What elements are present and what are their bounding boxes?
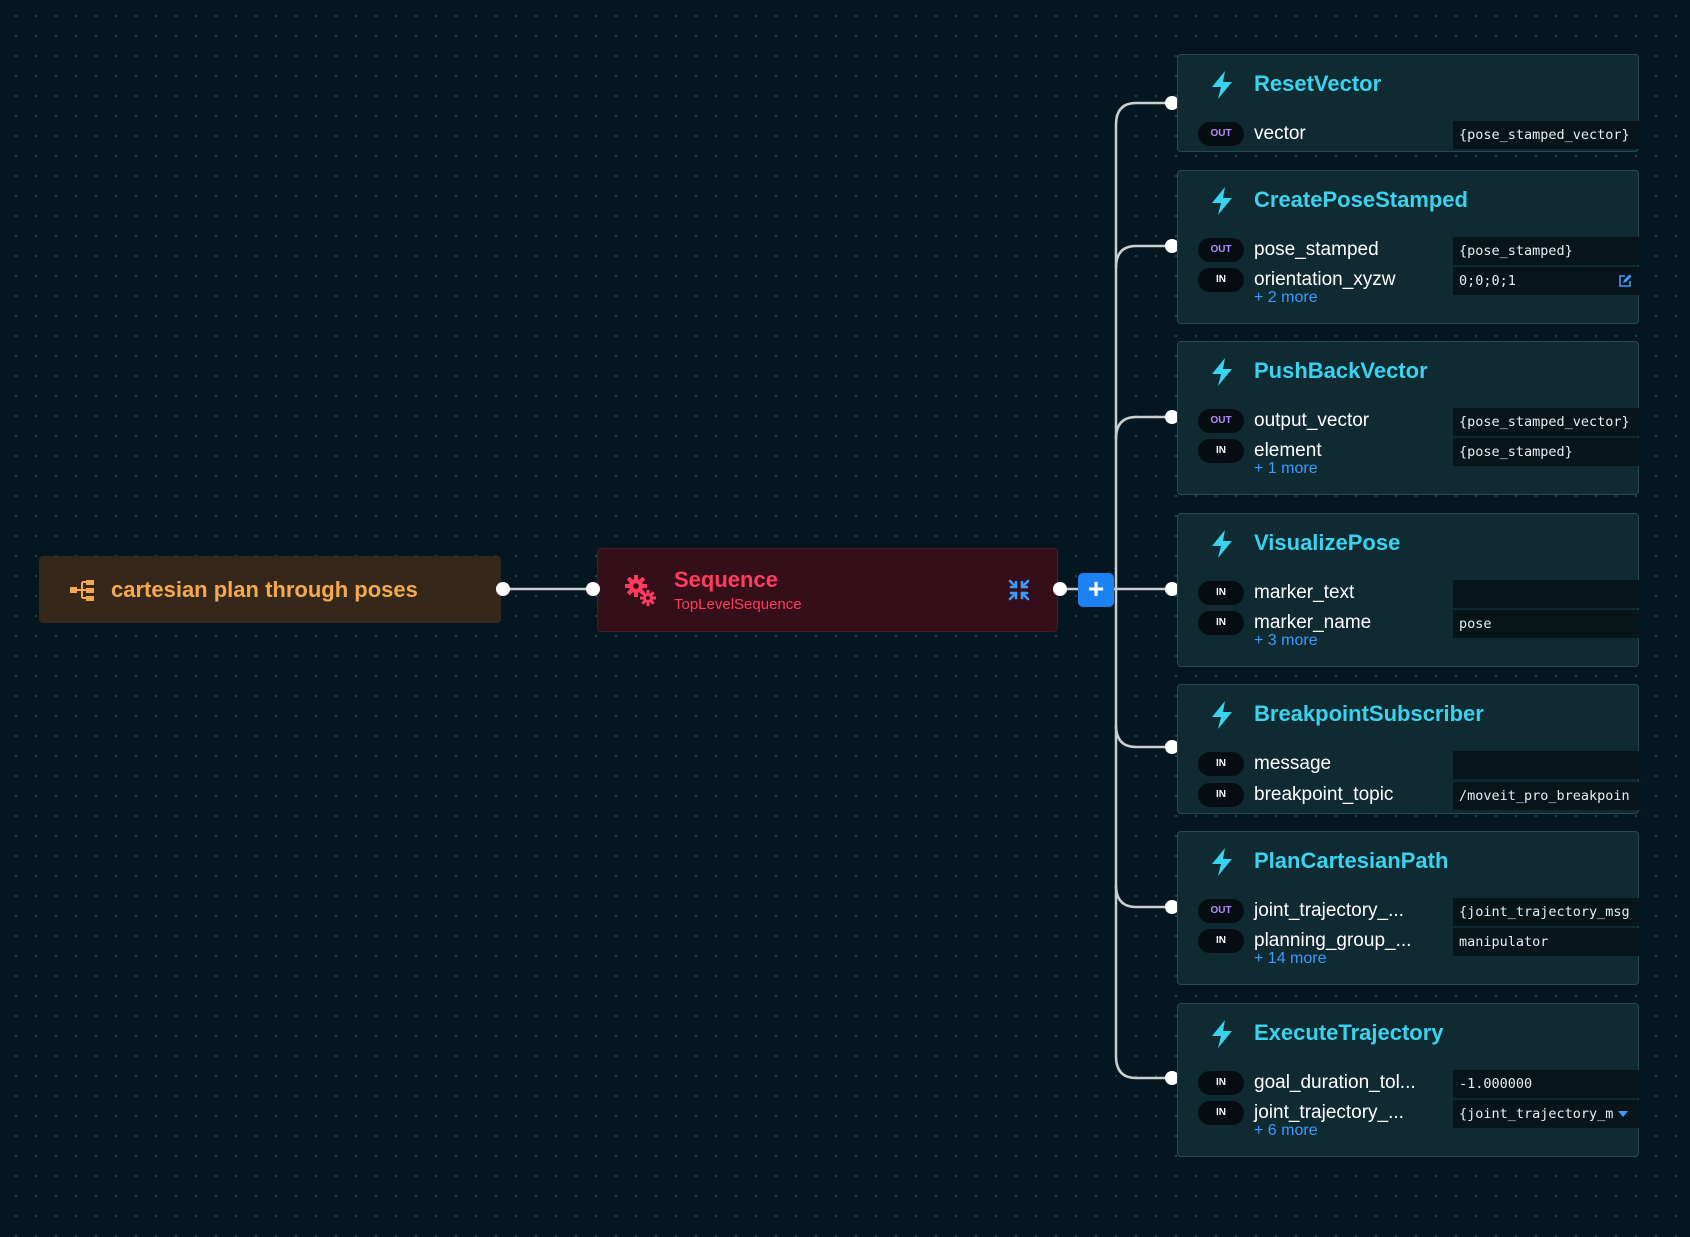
port-direction-badge: IN [1198,439,1244,463]
port-value-field[interactable]: {pose_stamped_vector} [1453,121,1640,149]
port-direction-badge: IN [1198,1101,1244,1125]
port-value-field[interactable]: {pose_stamped_vector} [1453,408,1640,436]
sequence-title: Sequence [674,567,778,592]
node-title: ExecuteTrajectory [1254,1020,1444,1045]
more-ports-link[interactable]: + 14 more [1254,950,1326,968]
lightning-icon [1212,71,1232,99]
node-title: CreatePoseStamped [1254,187,1468,212]
branch-wire-executetrajectory [1114,1055,1172,1080]
action-node-visualizepose[interactable]: VisualizePose IN marker_text IN marker_n… [1177,513,1640,667]
port-row: IN goal_duration_tol... -1.000000 [1198,1070,1640,1098]
more-ports-link[interactable]: + 3 more [1254,632,1318,650]
port-name: pose_stamped [1254,239,1379,260]
node-title: BreakpointSubscriber [1254,701,1484,726]
action-node-executetrajectory[interactable]: ExecuteTrajectory IN goal_duration_tol..… [1177,1003,1640,1157]
port-value-field[interactable]: -1.000000 [1453,1070,1640,1098]
root-node-label: cartesian plan through poses [111,576,418,602]
port-direction-badge: IN [1198,611,1244,635]
node-title: PlanCartesianPath [1254,848,1449,873]
port-value-text: 0;0;0;1 [1459,273,1516,289]
chevron-down-icon[interactable] [1618,1111,1628,1117]
branch-wire-pushbackvector [1114,415,1172,440]
action-node-createposestamped[interactable]: CreatePoseStamped OUT pose_stamped {pose… [1177,170,1640,324]
collapse-icon[interactable] [1008,579,1030,601]
more-ports-link[interactable]: + 6 more [1254,1122,1318,1140]
port-direction-badge: OUT [1198,238,1244,262]
port-direction-badge: IN [1198,752,1244,776]
lightning-icon [1212,1020,1232,1048]
action-node-plancartesianpath[interactable]: PlanCartesianPath OUT joint_trajectory_.… [1177,831,1640,985]
port-direction-badge: IN [1198,581,1244,605]
port-value-field[interactable]: {pose_stamped} [1453,438,1640,466]
node-title: ResetVector [1254,71,1382,96]
port-name: message [1254,753,1332,774]
port-value-field[interactable]: manipulator [1453,928,1640,956]
port-direction-badge: IN [1198,929,1244,953]
port-value-field[interactable]: pose [1453,610,1640,638]
port-value-field[interactable]: /moveit_pro_breakpoin [1453,782,1640,810]
port-row: IN message [1198,751,1640,779]
port-name: output_vector [1254,410,1370,431]
port-name: breakpoint_topic [1254,784,1394,805]
more-ports-link[interactable]: + 2 more [1254,289,1318,307]
sequence-output-port[interactable] [1053,582,1067,596]
port-value-field[interactable] [1453,751,1640,779]
port-direction-badge: OUT [1198,409,1244,433]
port-direction-badge: OUT [1198,899,1244,923]
lightning-icon [1212,848,1232,876]
branch-wire-plancartesianpath [1114,884,1172,909]
edit-icon[interactable] [1618,274,1632,288]
lightning-icon [1212,701,1232,729]
port-row: OUT vector {pose_stamped_vector} [1198,121,1640,149]
lightning-icon [1212,358,1232,386]
action-node-resetvector[interactable]: ResetVector OUT vector {pose_stamped_vec… [1177,54,1640,152]
tree-icon [70,579,94,601]
root-output-port[interactable] [496,582,510,596]
port-row: IN marker_text [1198,580,1640,608]
port-direction-badge: OUT [1198,122,1244,146]
more-ports-link[interactable]: + 1 more [1254,460,1318,478]
branch-wire-resetvector [1114,101,1172,126]
root-node[interactable]: cartesian plan through poses [39,556,501,623]
port-name: joint_trajectory_... [1254,900,1404,921]
port-row: OUT output_vector {pose_stamped_vector} [1198,408,1640,436]
port-value-field[interactable]: {joint_trajectory_msg [1453,898,1640,926]
branch-wire-breakpointsubscriber [1114,724,1172,749]
port-value-field[interactable]: {pose_stamped} [1453,237,1640,265]
add-child-button[interactable]: + [1078,573,1114,607]
port-direction-badge: IN [1198,268,1244,292]
port-name: goal_duration_tol... [1254,1072,1416,1093]
port-row: OUT pose_stamped {pose_stamped} [1198,237,1640,265]
lightning-icon [1212,187,1232,215]
sequence-input-port[interactable] [586,582,600,596]
port-direction-badge: IN [1198,783,1244,807]
port-row: IN breakpoint_topic /moveit_pro_breakpoi… [1198,782,1640,810]
node-title: PushBackVector [1254,358,1428,383]
node-title: VisualizePose [1254,530,1401,555]
port-direction-badge: IN [1198,1071,1244,1095]
sequence-node[interactable]: Sequence TopLevelSequence [597,548,1058,632]
lightning-icon [1212,530,1232,558]
port-value-field[interactable] [1453,580,1640,608]
port-row: OUT joint_trajectory_... {joint_trajecto… [1198,898,1640,926]
sequence-subtitle: TopLevelSequence [674,596,802,613]
action-node-pushbackvector[interactable]: PushBackVector OUT output_vector {pose_s… [1177,341,1640,495]
port-name: marker_text [1254,582,1355,603]
branch-wire-createposestamped [1114,244,1172,269]
port-value-field[interactable]: 0;0;0;1 [1453,267,1640,295]
port-value-dropdown[interactable]: {joint_trajectory_m [1453,1100,1640,1128]
action-node-breakpointsubscriber[interactable]: BreakpointSubscriber IN message IN break… [1177,684,1640,814]
gears-icon [625,575,656,606]
port-value-text: {joint_trajectory_m [1459,1106,1614,1122]
port-name: vector [1254,123,1306,144]
